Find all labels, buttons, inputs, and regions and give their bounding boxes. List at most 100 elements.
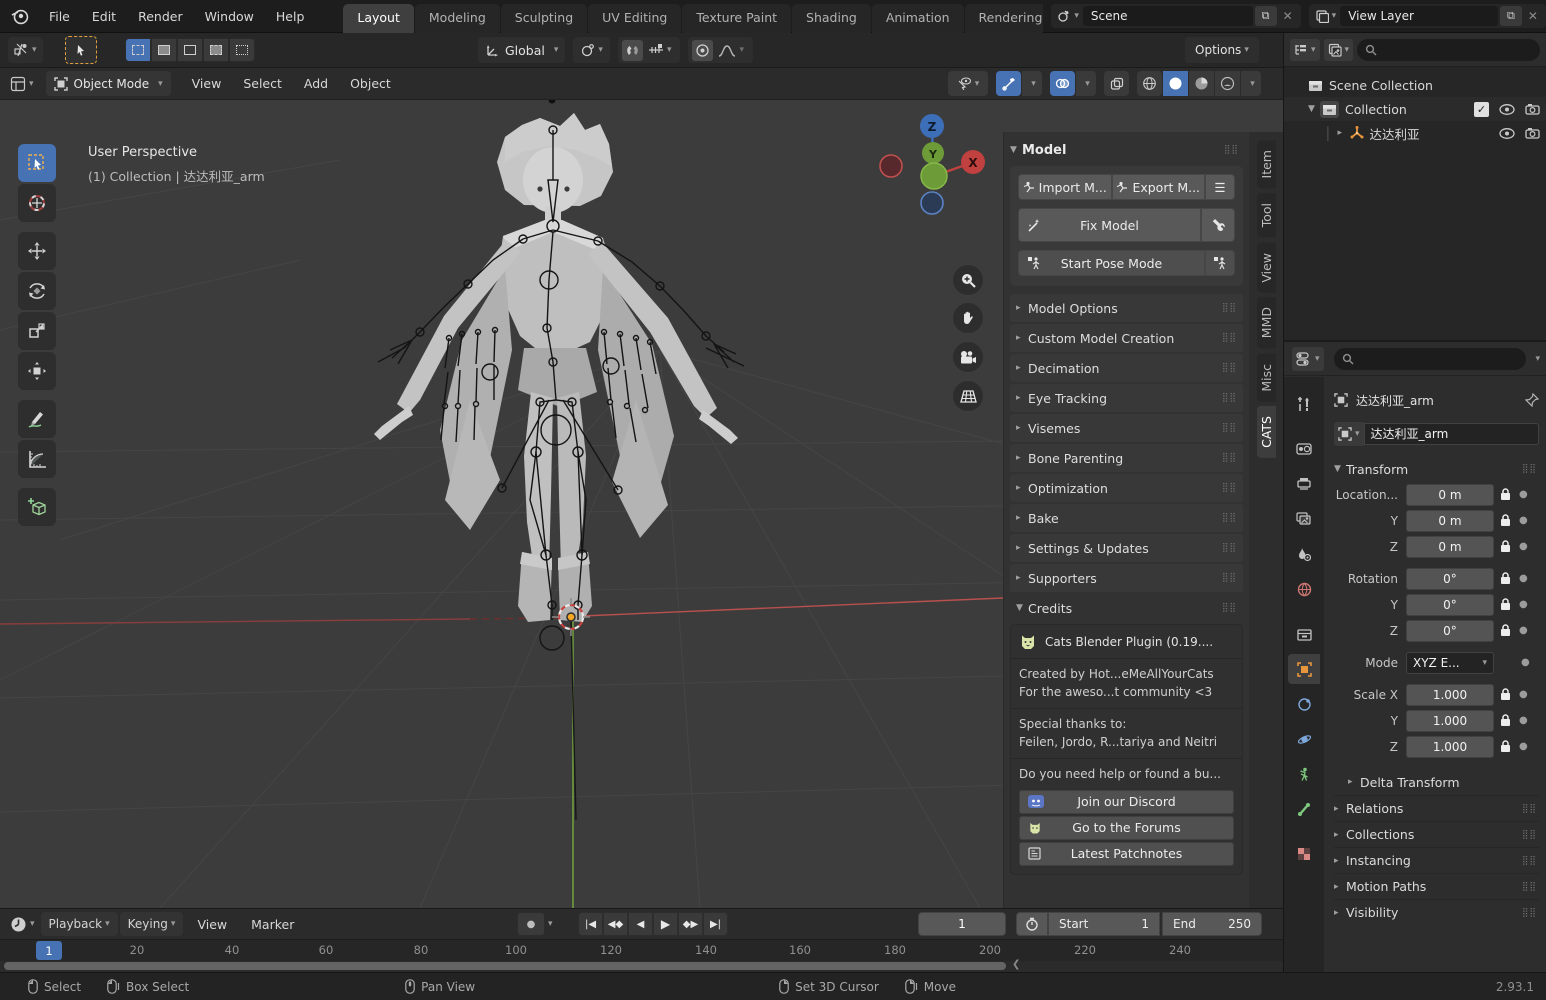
menu-view[interactable]: View bbox=[181, 76, 233, 91]
tab-rendering[interactable]: Rendering bbox=[965, 4, 1044, 33]
lock-icon[interactable] bbox=[1500, 572, 1511, 585]
new-scene-button[interactable]: ⧉ bbox=[1255, 6, 1277, 26]
pivot-point-dropdown[interactable]: ▾ bbox=[573, 37, 610, 63]
tab-layout[interactable]: Layout bbox=[343, 4, 414, 33]
outliner-filter-dropdown[interactable]: ▾ bbox=[1290, 39, 1320, 61]
tab-item[interactable]: Item bbox=[1257, 140, 1276, 188]
object-name-field[interactable]: 达达利亚_arm bbox=[1364, 423, 1539, 445]
camera-view-button[interactable] bbox=[953, 342, 983, 372]
animate-dot[interactable]: ● bbox=[1519, 625, 1528, 636]
tool-annotate[interactable] bbox=[18, 400, 56, 438]
tab-constraints-properties[interactable] bbox=[1288, 689, 1320, 719]
show-gizmo-toggle[interactable] bbox=[996, 71, 1021, 96]
tab-animation[interactable]: Animation bbox=[872, 4, 964, 33]
tab-modeling[interactable]: Modeling bbox=[415, 4, 500, 33]
play-reverse-button[interactable]: ◀ bbox=[628, 912, 653, 936]
lock-icon[interactable] bbox=[1500, 688, 1511, 701]
tab-object-data-properties[interactable] bbox=[1288, 759, 1320, 789]
lock-icon[interactable] bbox=[1500, 514, 1511, 527]
lock-icon[interactable] bbox=[1500, 540, 1511, 553]
section-instancing[interactable]: ▸Instancing⣿⣿ bbox=[1334, 847, 1539, 873]
timeline-menu-view[interactable]: View bbox=[185, 917, 239, 932]
tab-tool-properties[interactable] bbox=[1288, 389, 1320, 419]
menu-window[interactable]: Window bbox=[194, 0, 265, 33]
show-overlays-toggle[interactable] bbox=[1050, 71, 1075, 96]
tab-output-properties[interactable] bbox=[1288, 469, 1320, 499]
overlays-dropdown[interactable]: ▾ bbox=[1076, 71, 1096, 96]
lock-icon[interactable] bbox=[1500, 740, 1511, 753]
mode-dropdown[interactable]: Object Mode ▾ bbox=[46, 71, 171, 96]
shading-rendered-button[interactable] bbox=[1215, 71, 1240, 96]
pan-hand-button[interactable] bbox=[953, 303, 983, 333]
scene-icon[interactable]: ▾ bbox=[1053, 4, 1083, 28]
tab-tool[interactable]: Tool bbox=[1257, 193, 1276, 237]
current-frame-field[interactable]: 1 bbox=[918, 912, 1006, 936]
pose-mode-option-button[interactable] bbox=[1205, 250, 1235, 276]
import-menu-button[interactable]: ☰ bbox=[1205, 174, 1235, 200]
section-bake[interactable]: ▸Bake⣿⣿ bbox=[1010, 504, 1243, 532]
lock-icon[interactable] bbox=[1500, 598, 1511, 611]
shading-solid-button[interactable] bbox=[1163, 71, 1188, 96]
animate-dot[interactable]: ● bbox=[1519, 489, 1528, 500]
menu-object[interactable]: Object bbox=[339, 76, 402, 91]
unlink-scene-icon[interactable]: ✕ bbox=[1277, 9, 1299, 23]
section-settings-updates[interactable]: ▸Settings & Updates⣿⣿ bbox=[1010, 534, 1243, 562]
viewport-canvas[interactable]: Z Y X User Perspective (1) Collection | … bbox=[0, 100, 1283, 908]
fix-model-button[interactable]: Fix Model bbox=[1018, 208, 1201, 242]
transform-section-header[interactable]: ▼ Transform ⣿⣿ bbox=[1334, 456, 1539, 482]
shading-dropdown[interactable]: ▾ bbox=[1241, 71, 1261, 96]
tab-cats[interactable]: CATS bbox=[1257, 406, 1276, 458]
select-mode-intersect[interactable] bbox=[229, 38, 255, 62]
snap-toggle[interactable] bbox=[622, 40, 643, 61]
menu-edit[interactable]: Edit bbox=[81, 0, 127, 33]
menu-add[interactable]: Add bbox=[293, 76, 339, 91]
shading-material-button[interactable] bbox=[1189, 71, 1214, 96]
xray-toggle[interactable] bbox=[1104, 71, 1129, 96]
model-panel-header[interactable]: ▼ Model ⣿⣿ bbox=[1010, 136, 1243, 164]
snap-target-dropdown[interactable]: ▾ bbox=[643, 44, 677, 56]
remove-view-layer-icon[interactable]: ✕ bbox=[1522, 9, 1544, 23]
prev-keyframe-button[interactable]: ◀◆ bbox=[603, 912, 628, 936]
tab-scene-properties[interactable] bbox=[1288, 539, 1320, 569]
jump-to-start-button[interactable]: |◀ bbox=[578, 912, 603, 936]
menu-file[interactable]: File bbox=[38, 0, 81, 33]
expand-icon[interactable]: ▸ bbox=[1338, 128, 1350, 138]
tool-rotate[interactable] bbox=[18, 272, 56, 310]
new-view-layer-button[interactable]: ⧉ bbox=[1500, 6, 1522, 26]
tab-texture-properties[interactable] bbox=[1288, 839, 1320, 869]
current-frame-marker[interactable]: 1 bbox=[36, 941, 62, 960]
properties-filter-dropdown[interactable]: ▾ bbox=[1535, 354, 1540, 364]
tab-collection-properties[interactable] bbox=[1288, 619, 1320, 649]
outliner-row-armature[interactable]: │ ▸ 达达利亚 bbox=[1284, 121, 1546, 145]
section-motion-paths[interactable]: ▸Motion Paths⣿⣿ bbox=[1334, 873, 1539, 899]
timeline-ruler[interactable]: 1 20 40 60 80 100 120 140 160 180 200 22… bbox=[0, 939, 1283, 961]
select-mode-subtract[interactable] bbox=[177, 38, 203, 62]
start-frame-field[interactable]: Start 1 bbox=[1048, 912, 1160, 936]
rotation-z-field[interactable]: 0° bbox=[1406, 620, 1494, 642]
hide-eye-icon[interactable] bbox=[1499, 104, 1515, 115]
rotation-y-field[interactable]: 0° bbox=[1406, 594, 1494, 616]
collapse-icon[interactable]: ▼ bbox=[1308, 104, 1320, 114]
keying-set-dropdown[interactable]: ▾ bbox=[548, 919, 553, 929]
section-credits[interactable]: ▼Credits⣿⣿ bbox=[1010, 594, 1243, 622]
animate-dot[interactable]: ● bbox=[1519, 715, 1528, 726]
lock-icon[interactable] bbox=[1500, 714, 1511, 727]
tab-bone-properties[interactable] bbox=[1288, 794, 1320, 824]
disable-render-camera-icon[interactable] bbox=[1525, 103, 1540, 115]
drag-handle[interactable]: ⣿⣿ bbox=[1224, 145, 1239, 155]
section-bone-parenting[interactable]: ▸Bone Parenting⣿⣿ bbox=[1010, 444, 1243, 472]
menu-render[interactable]: Render bbox=[127, 0, 194, 33]
import-model-button[interactable]: Import M... bbox=[1018, 174, 1112, 200]
start-pose-mode-button[interactable]: Start Pose Mode bbox=[1018, 250, 1205, 276]
proportional-editing-toggle[interactable] bbox=[692, 40, 713, 61]
tool-settings-editor-icon[interactable]: ▾ bbox=[8, 37, 43, 63]
viewport-3d[interactable]: ▾ Object Mode ▾ View Select Add Object ▾… bbox=[0, 68, 1283, 908]
rotation-x-field[interactable]: 0° bbox=[1406, 568, 1494, 590]
editor-type-dropdown[interactable]: ▾ bbox=[0, 76, 40, 92]
animate-dot[interactable]: ● bbox=[1519, 515, 1528, 526]
select-mode-invert[interactable] bbox=[203, 38, 229, 62]
tab-physics-properties[interactable] bbox=[1288, 724, 1320, 754]
scale-z-field[interactable]: 1.000 bbox=[1406, 736, 1494, 758]
timeline-editor-dropdown[interactable]: ▾ bbox=[0, 916, 41, 933]
section-visibility[interactable]: ▸Visibility⣿⣿ bbox=[1334, 899, 1539, 925]
